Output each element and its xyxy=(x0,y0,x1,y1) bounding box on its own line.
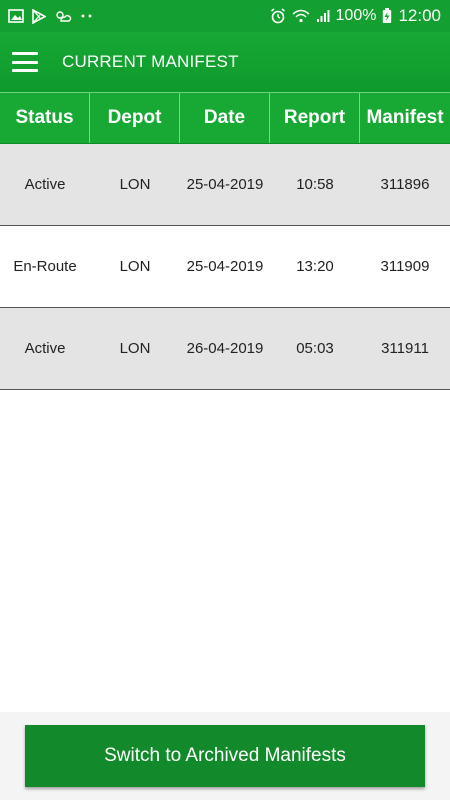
cell-report: 10:58 xyxy=(296,176,334,193)
page-title: CURRENT MANIFEST xyxy=(62,52,239,71)
column-header-date[interactable]: Date xyxy=(180,93,270,143)
battery-charging-icon xyxy=(382,8,392,24)
app-screen: 100% 12:00 CURRENT MANIFEST Status Depot… xyxy=(0,0,450,800)
battery-percent: 100% xyxy=(335,7,377,24)
table-row[interactable]: En-Route LON 25-04-2019 13:20 311909 xyxy=(0,226,450,308)
cell-depot: LON xyxy=(119,340,151,357)
column-header-manifest[interactable]: Manifest xyxy=(360,93,450,143)
cell-status: Active xyxy=(24,340,66,357)
column-header-status[interactable]: Status xyxy=(0,93,90,143)
wifi-icon xyxy=(292,9,310,23)
column-header-report[interactable]: Report xyxy=(270,93,360,143)
alarm-icon xyxy=(270,8,286,24)
weather-icon xyxy=(54,9,72,23)
switch-to-archived-button[interactable]: Switch to Archived Manifests xyxy=(25,725,425,787)
manifest-list: Active LON 25-04-2019 10:58 311896 En-Ro… xyxy=(0,144,450,390)
more-dots-icon xyxy=(80,13,94,19)
cell-manifest: 311896 xyxy=(380,176,430,193)
hamburger-menu-icon[interactable] xyxy=(12,52,38,72)
cell-manifest: 311911 xyxy=(381,340,429,357)
table-row[interactable]: Active LON 26-04-2019 05:03 311911 xyxy=(0,308,450,390)
signal-icon xyxy=(316,9,330,23)
cell-manifest: 311909 xyxy=(380,258,430,275)
cell-date: 26-04-2019 xyxy=(186,340,264,357)
cell-report: 05:03 xyxy=(296,340,334,357)
table-header: Status Depot Date Report Manifest xyxy=(0,92,450,144)
cell-date: 25-04-2019 xyxy=(186,258,264,275)
cell-report: 13:20 xyxy=(296,258,334,275)
app-bar: CURRENT MANIFEST xyxy=(0,32,450,92)
table-row[interactable]: Active LON 25-04-2019 10:58 311896 xyxy=(0,144,450,226)
cell-status: En-Route xyxy=(13,258,77,275)
status-bar-left xyxy=(8,8,102,24)
status-bar-right: 100% 12:00 xyxy=(264,6,441,26)
play-store-icon xyxy=(32,8,46,24)
status-time: 12:00 xyxy=(398,6,441,25)
status-bar: 100% 12:00 xyxy=(0,0,450,32)
cell-status: Active xyxy=(24,176,66,193)
cell-date: 25-04-2019 xyxy=(186,176,264,193)
cell-depot: LON xyxy=(119,258,151,275)
cell-depot: LON xyxy=(119,176,151,193)
image-icon xyxy=(8,9,24,23)
column-header-depot[interactable]: Depot xyxy=(90,93,180,143)
